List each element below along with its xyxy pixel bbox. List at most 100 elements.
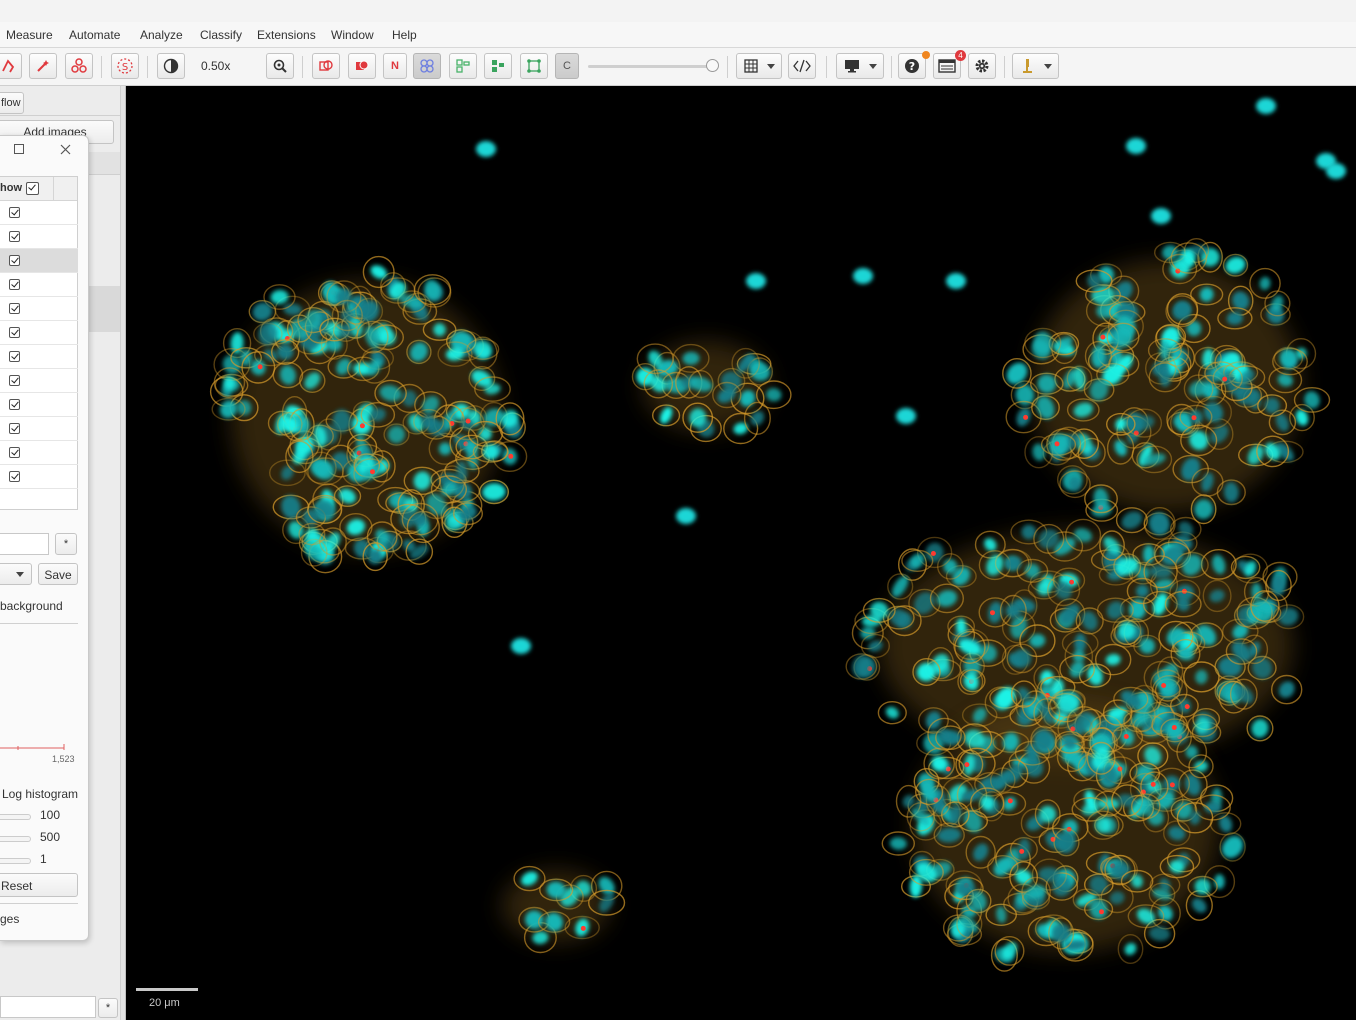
polyline-icon (2, 59, 15, 73)
channel-visible-checkbox[interactable] (9, 375, 20, 386)
maximize-icon[interactable] (14, 144, 24, 154)
extensions-dropdown[interactable] (1012, 53, 1059, 79)
zoom-to-fit-button[interactable] (266, 53, 294, 79)
channel-visible-checkbox[interactable] (9, 423, 20, 434)
menu-measure[interactable]: Measure (6, 28, 53, 42)
show-connections-button[interactable] (484, 53, 512, 79)
names-label: N (391, 60, 399, 72)
slider-track[interactable] (0, 814, 31, 820)
pixel-classification-button[interactable] (520, 53, 548, 79)
selected-row-highlight (89, 286, 120, 332)
detections-icon (420, 59, 434, 73)
bottom-filter-input[interactable] (0, 996, 96, 1018)
background-label: background (0, 599, 63, 613)
filter-regex-button[interactable]: * (55, 533, 77, 555)
opacity-slider-knob[interactable] (706, 59, 719, 72)
chevron-down-icon (767, 64, 775, 69)
histogram-max-label: 1,523 (52, 754, 75, 764)
help-notification-dot (922, 51, 930, 59)
channel-visible-checkbox[interactable] (9, 447, 20, 458)
annotations-filled-icon (356, 60, 369, 70)
menu-automate[interactable]: Automate (69, 28, 120, 42)
menu-analyze[interactable]: Analyze (140, 28, 183, 42)
channel-visible-checkbox[interactable] (9, 231, 20, 242)
channel-row[interactable] (0, 393, 78, 417)
selection-mode-button[interactable]: S (111, 53, 139, 79)
show-column-header: how (0, 182, 22, 194)
points-tool-button[interactable] (65, 53, 93, 79)
channel-row[interactable] (0, 369, 78, 393)
channel-row[interactable] (0, 225, 78, 249)
grid-view-dropdown[interactable] (736, 53, 782, 79)
fill-detections-button[interactable] (449, 53, 477, 79)
show-names-button[interactable]: N (383, 53, 407, 79)
menu-help[interactable]: Help (392, 28, 417, 42)
menu-extensions[interactable]: Extensions (257, 28, 316, 42)
fluorescence-image (209, 98, 1346, 972)
chevron-down-icon (869, 64, 877, 69)
channel-visible-checkbox[interactable] (9, 303, 20, 314)
slider-value-1: 100 (40, 808, 61, 822)
close-icon[interactable] (60, 144, 71, 155)
channel-visible-checkbox[interactable] (9, 471, 20, 482)
slider-value-2: 500 (40, 830, 61, 844)
channel-row[interactable] (0, 273, 78, 297)
zoom-level: 0.50x (201, 59, 231, 73)
settings-dropdown[interactable] (0, 563, 32, 585)
channel-label: C (563, 60, 571, 72)
brightness-contrast-button[interactable] (157, 53, 185, 79)
contrast-icon (163, 58, 179, 74)
fill-annotations-button[interactable] (348, 53, 376, 79)
slider-value-3: 1 (40, 852, 47, 866)
menu-bar: Measure Automate Analyze Classify Extens… (0, 22, 1356, 48)
image-viewer[interactable]: 20 μm (126, 86, 1356, 1020)
code-icon (793, 59, 811, 73)
monitor-icon (845, 60, 859, 73)
histogram-plot (0, 744, 65, 750)
filter-input[interactable] (0, 533, 49, 555)
channel-table: how (0, 176, 78, 510)
channel-toggle-button[interactable]: C (555, 53, 579, 79)
channel-row[interactable] (0, 345, 78, 369)
opacity-slider-track[interactable] (588, 65, 716, 68)
channel-visible-checkbox[interactable] (9, 279, 20, 290)
menu-window[interactable]: Window (331, 28, 374, 42)
channel-row[interactable] (0, 201, 78, 225)
channel-row[interactable] (0, 441, 78, 465)
channel-visible-checkbox[interactable] (9, 351, 20, 362)
log-histogram-label: Log histogram (2, 787, 79, 801)
show-all-checkbox[interactable] (26, 182, 39, 195)
display-dropdown[interactable] (836, 53, 884, 79)
show-detections-button[interactable] (413, 53, 441, 79)
table-icon (744, 59, 758, 73)
annotations-outline-icon (319, 60, 333, 71)
gear-icon (975, 59, 989, 73)
menu-classify[interactable]: Classify (200, 28, 242, 42)
channel-row[interactable] (0, 249, 78, 273)
channel-row[interactable] (0, 297, 78, 321)
toolbar: S 0.50x N C ? 4 (0, 48, 1356, 86)
slider-track[interactable] (0, 858, 31, 864)
preferences-button[interactable] (968, 53, 996, 79)
channel-row[interactable] (0, 321, 78, 345)
channel-visible-checkbox[interactable] (9, 207, 20, 218)
slider-track[interactable] (0, 836, 31, 842)
selection-mode-icon: S (117, 58, 133, 74)
save-button[interactable]: Save (38, 563, 78, 585)
wand-tool-button[interactable] (29, 53, 57, 79)
magnifier-icon (273, 59, 287, 73)
wand-icon (37, 60, 49, 72)
channel-visible-checkbox[interactable] (9, 399, 20, 410)
show-annotations-button[interactable] (312, 53, 340, 79)
channel-visible-checkbox[interactable] (9, 327, 20, 338)
channel-row[interactable] (0, 417, 78, 441)
log-count-badge: 4 (955, 50, 966, 61)
tab-workflow[interactable]: flow (0, 92, 24, 114)
channel-row[interactable] (0, 465, 78, 489)
bottom-filter-button[interactable]: * (98, 998, 118, 1018)
reset-button[interactable]: Reset (0, 873, 78, 897)
polyline-tool-button[interactable] (0, 53, 22, 79)
window-title-bar (0, 0, 1356, 22)
script-editor-button[interactable] (788, 53, 816, 79)
channel-visible-checkbox[interactable] (9, 255, 20, 266)
